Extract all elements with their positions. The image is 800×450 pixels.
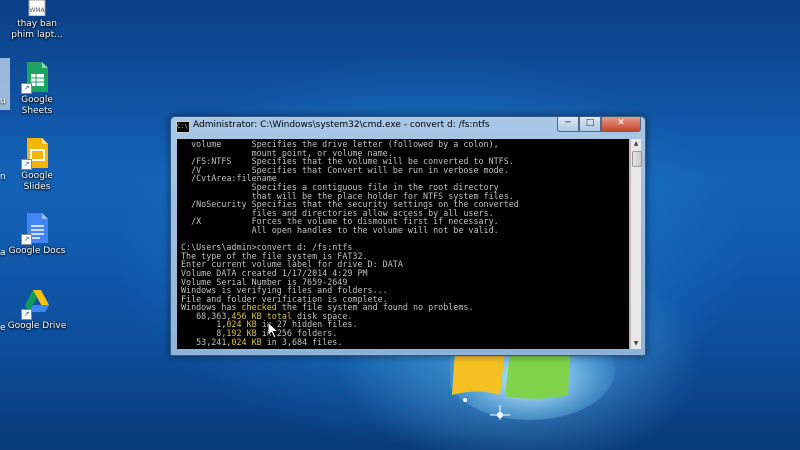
shortcut-arrow-icon: ↗ [21,234,32,245]
console-line: All open handles to the volume will not … [181,224,499,235]
shortcut-arrow-icon: ↗ [21,159,32,170]
wma-text: WMA [29,7,45,14]
window-title: Administrator: C:\Windows\system32\cmd.e… [193,120,490,130]
cmd-app-icon[interactable]: C:\ [176,121,190,133]
desktop-icon-google-docs[interactable]: ↗ Google Docs [7,213,67,257]
scroll-down-arrow-icon[interactable]: ▼ [631,339,641,349]
desktop-icon-label: Google Drive [7,321,67,331]
partial-icon-label: e [0,323,6,333]
desktop-icon-label: Google Sheets [21,95,53,116]
desktop-icon-wma[interactable]: WMA thay ban phim lapt... [7,0,67,41]
scrollbar-thumb[interactable] [632,151,642,167]
desktop-icon-label: Google Slides [21,171,53,192]
desktop-icon-google-sheets[interactable]: ↗ Google Sheets [7,62,67,117]
window-controls: ─ □ ✕ [557,117,641,132]
google-docs-icon: ↗ [21,213,50,245]
google-drive-icon: ↗ [21,288,50,320]
shortcut-arrow-icon: ↗ [21,309,32,320]
desktop-icon-google-slides[interactable]: ↗ Google Slides [7,138,67,193]
partial-icon-label: a [0,248,6,258]
google-sheets-icon: ↗ [21,62,50,94]
partial-icon-label: n [0,172,6,182]
google-slides-icon: ↗ [21,138,50,170]
scroll-up-arrow-icon[interactable]: ▲ [631,139,641,149]
cmd-window[interactable]: C:\ Administrator: C:\Windows\system32\c… [170,116,646,356]
minimize-button[interactable]: ─ [557,117,579,132]
title-bar[interactable]: C:\ Administrator: C:\Windows\system32\c… [171,117,645,135]
shortcut-arrow-icon: ↗ [21,83,32,94]
maximize-button[interactable]: □ [579,117,601,132]
close-button[interactable]: ✕ [601,117,641,132]
partial-icon-label: u [0,96,6,106]
wma-file-icon: WMA [24,0,50,17]
console-text: volume Specifies the drive letter (follo… [181,139,519,347]
vertical-scrollbar[interactable]: ▲ ▼ [630,139,642,349]
desktop-icon-google-drive[interactable]: ↗ Google Drive [7,288,67,332]
console-output[interactable]: volume Specifies the drive letter (follo… [177,139,629,349]
mouse-cursor-icon [268,322,280,339]
desktop-icon-label: thay ban phim lapt... [11,19,63,40]
desktop-icon-label: Google Docs [8,246,66,256]
